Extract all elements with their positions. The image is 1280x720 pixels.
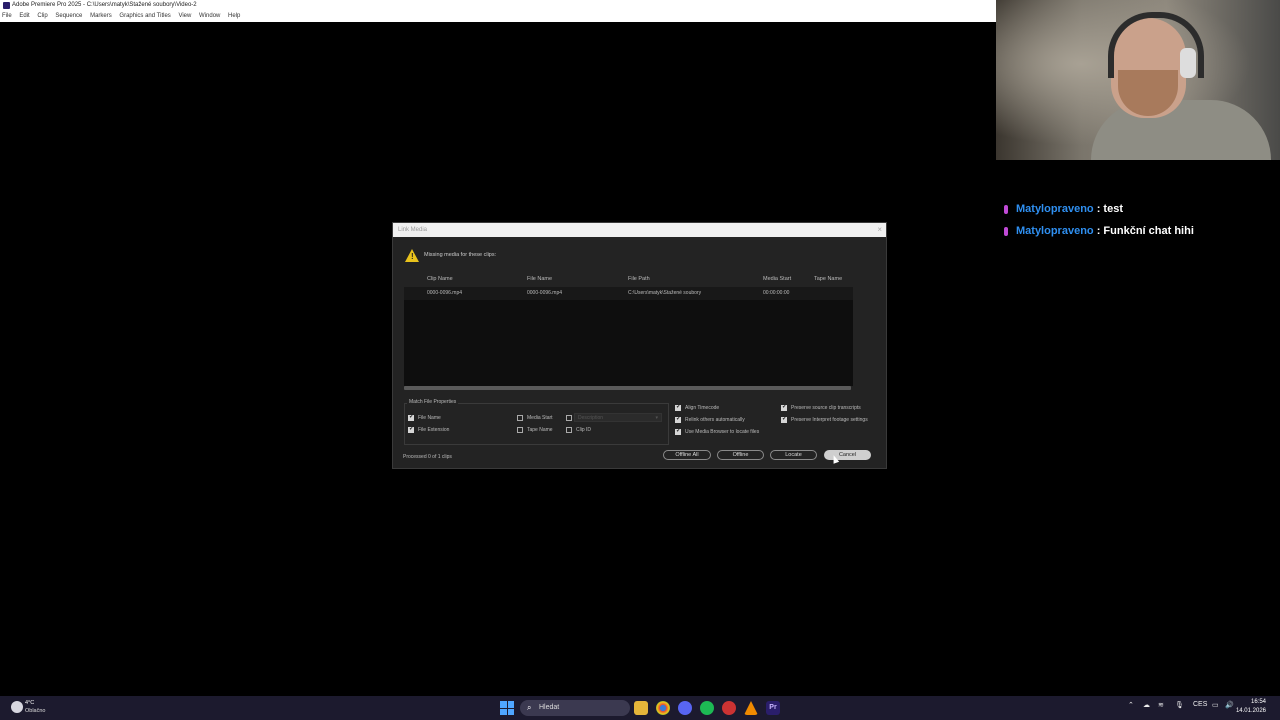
offline-button[interactable]: Offline — [717, 450, 764, 460]
dialog-titlebar: Link Media × — [393, 223, 886, 237]
wifi-tray-icon[interactable]: ≋ — [1158, 701, 1164, 709]
display-tray-icon[interactable]: ▭ — [1212, 701, 1219, 709]
cell-file-path: C:\Users\matyk\Stažené soubory — [628, 290, 702, 296]
clock-time[interactable]: 16:54 — [1251, 699, 1266, 705]
menu-window[interactable]: Window — [199, 13, 220, 19]
discord-icon[interactable] — [678, 701, 692, 715]
menu-view[interactable]: View — [178, 13, 191, 19]
column-header-clip-name[interactable]: Clip Name — [427, 276, 453, 282]
match-file-properties-group — [404, 403, 669, 445]
chevron-down-icon: ▾ — [655, 415, 658, 421]
match-file-properties-label: Match File Properties — [407, 399, 459, 405]
clock-date[interactable]: 14.01.2026 — [1236, 708, 1266, 714]
chat-text: : Funkční chat hihi — [1096, 225, 1194, 237]
preserve-transcripts-checkbox[interactable] — [781, 403, 787, 411]
webcam-feed — [996, 0, 1280, 160]
weather-description: Oblačno — [25, 708, 46, 714]
column-header-tape-name[interactable]: Tape Name — [814, 276, 842, 282]
vlc-icon[interactable] — [744, 701, 758, 715]
file-explorer-icon[interactable] — [634, 701, 648, 715]
weather-icon[interactable] — [11, 701, 23, 713]
tape-name-label: Tape Name — [527, 427, 553, 433]
chat-message: Matylopraveno : test — [1000, 203, 1123, 215]
app-icon[interactable] — [722, 701, 736, 715]
weather-temperature: 4°C — [25, 700, 35, 706]
relink-others-checkbox[interactable] — [675, 415, 681, 423]
table-row[interactable]: 0000-0096.mp4 0000-0096.mp4 C:\Users\mat… — [404, 287, 853, 300]
menu-file[interactable]: File — [2, 13, 12, 19]
chat-message: Matylopraveno : Funkční chat hihi — [1000, 225, 1194, 237]
chat-username: Matylopraveno — [1016, 225, 1094, 237]
close-icon[interactable]: × — [877, 223, 882, 237]
microphone-tray-icon[interactable]: 🎙 — [1175, 701, 1184, 709]
preserve-transcripts-label: Preserve source clip transcripts — [791, 405, 861, 411]
network-tray-icon[interactable]: ☁ — [1143, 701, 1150, 709]
menu-help[interactable]: Help — [228, 13, 240, 19]
missing-media-message: Missing media for these clips: — [424, 252, 497, 258]
clips-table: 0000-0096.mp4 0000-0096.mp4 C:\Users\mat… — [404, 287, 853, 386]
file-extension-label: File Extension — [418, 427, 450, 433]
locate-button[interactable]: Locate — [770, 450, 817, 460]
relink-others-label: Relink others automatically — [685, 417, 745, 423]
description-checkbox[interactable] — [566, 415, 572, 421]
cell-media-start: 00:00:00:00 — [763, 290, 790, 296]
file-extension-checkbox[interactable] — [408, 425, 414, 433]
volume-tray-icon[interactable]: 🔊 — [1225, 701, 1234, 709]
media-start-label: Media Start — [527, 415, 553, 421]
dialog-title: Link Media — [398, 227, 428, 233]
menu-markers[interactable]: Markers — [90, 13, 112, 19]
use-media-browser-label: Use Media Browser to locate files — [685, 429, 760, 435]
description-dropdown[interactable]: Description ▾ — [574, 413, 662, 422]
warning-icon: ! — [405, 249, 419, 262]
chat-username: Matylopraveno — [1016, 203, 1094, 215]
processed-status: Processed 0 of 1 clips — [403, 454, 452, 460]
menu-edit[interactable]: Edit — [19, 13, 29, 19]
taskbar-search[interactable]: ⌕ Hledat — [520, 700, 630, 716]
headset-earcup — [1180, 48, 1196, 78]
align-timecode-label: Align Timecode — [685, 405, 720, 411]
file-name-checkbox[interactable] — [408, 413, 414, 421]
link-media-dialog: Link Media × ! Missing media for these c… — [392, 222, 887, 469]
media-start-checkbox[interactable] — [517, 415, 523, 421]
spotify-icon[interactable] — [700, 701, 714, 715]
webcam-person-body — [1091, 100, 1271, 160]
chat-text: : test — [1096, 203, 1123, 215]
chrome-icon[interactable] — [656, 701, 670, 715]
microphone-icon — [1004, 226, 1008, 236]
column-header-media-start[interactable]: Media Start — [763, 276, 791, 282]
menu-sequence[interactable]: Sequence — [55, 13, 82, 19]
preserve-interpret-label: Preserve Interpret footage settings — [791, 417, 868, 423]
premiere-icon[interactable]: Pr — [766, 701, 780, 715]
offline-all-button[interactable]: Offline All — [663, 450, 711, 460]
tape-name-checkbox[interactable] — [517, 427, 523, 433]
cell-clip-name: 0000-0096.mp4 — [427, 290, 463, 296]
clip-id-label: Clip ID — [576, 427, 592, 433]
microphone-icon — [1004, 204, 1008, 214]
premiere-logo-icon — [3, 2, 10, 9]
search-icon: ⌕ — [527, 703, 532, 712]
cell-file-name: 0000-0096.mp4 — [527, 290, 563, 296]
column-header-file-path[interactable]: File Path — [628, 276, 650, 282]
window-title: Adobe Premiere Pro 2025 - C:\Users\matyk… — [12, 2, 197, 8]
menu-clip[interactable]: Clip — [37, 13, 47, 19]
window-titlebar: Adobe Premiere Pro 2025 - C:\Users\matyk… — [0, 0, 996, 11]
menu-graphics-and-titles[interactable]: Graphics and Titles — [119, 13, 170, 19]
align-timecode-checkbox[interactable] — [675, 403, 681, 411]
horizontal-scrollbar[interactable] — [404, 386, 851, 390]
preserve-interpret-checkbox[interactable] — [781, 415, 787, 423]
language-indicator[interactable]: CES — [1193, 701, 1207, 708]
chevron-up-icon[interactable]: ⌃ — [1128, 701, 1134, 709]
clip-id-checkbox[interactable] — [566, 427, 572, 433]
menu-bar: File Edit Clip Sequence Markers Graphics… — [0, 11, 996, 22]
start-button[interactable] — [500, 701, 514, 715]
file-name-label: File Name — [418, 415, 441, 421]
column-header-file-name[interactable]: File Name — [527, 276, 552, 282]
use-media-browser-checkbox[interactable] — [675, 427, 681, 435]
search-placeholder: Hledat — [539, 704, 560, 711]
taskbar: 4°C Oblačno ⌕ Hledat Pr ⌃ ☁ ≋ 🎙 CES ▭ 🔊 … — [0, 696, 1280, 720]
description-dropdown-value: Description — [578, 415, 604, 421]
